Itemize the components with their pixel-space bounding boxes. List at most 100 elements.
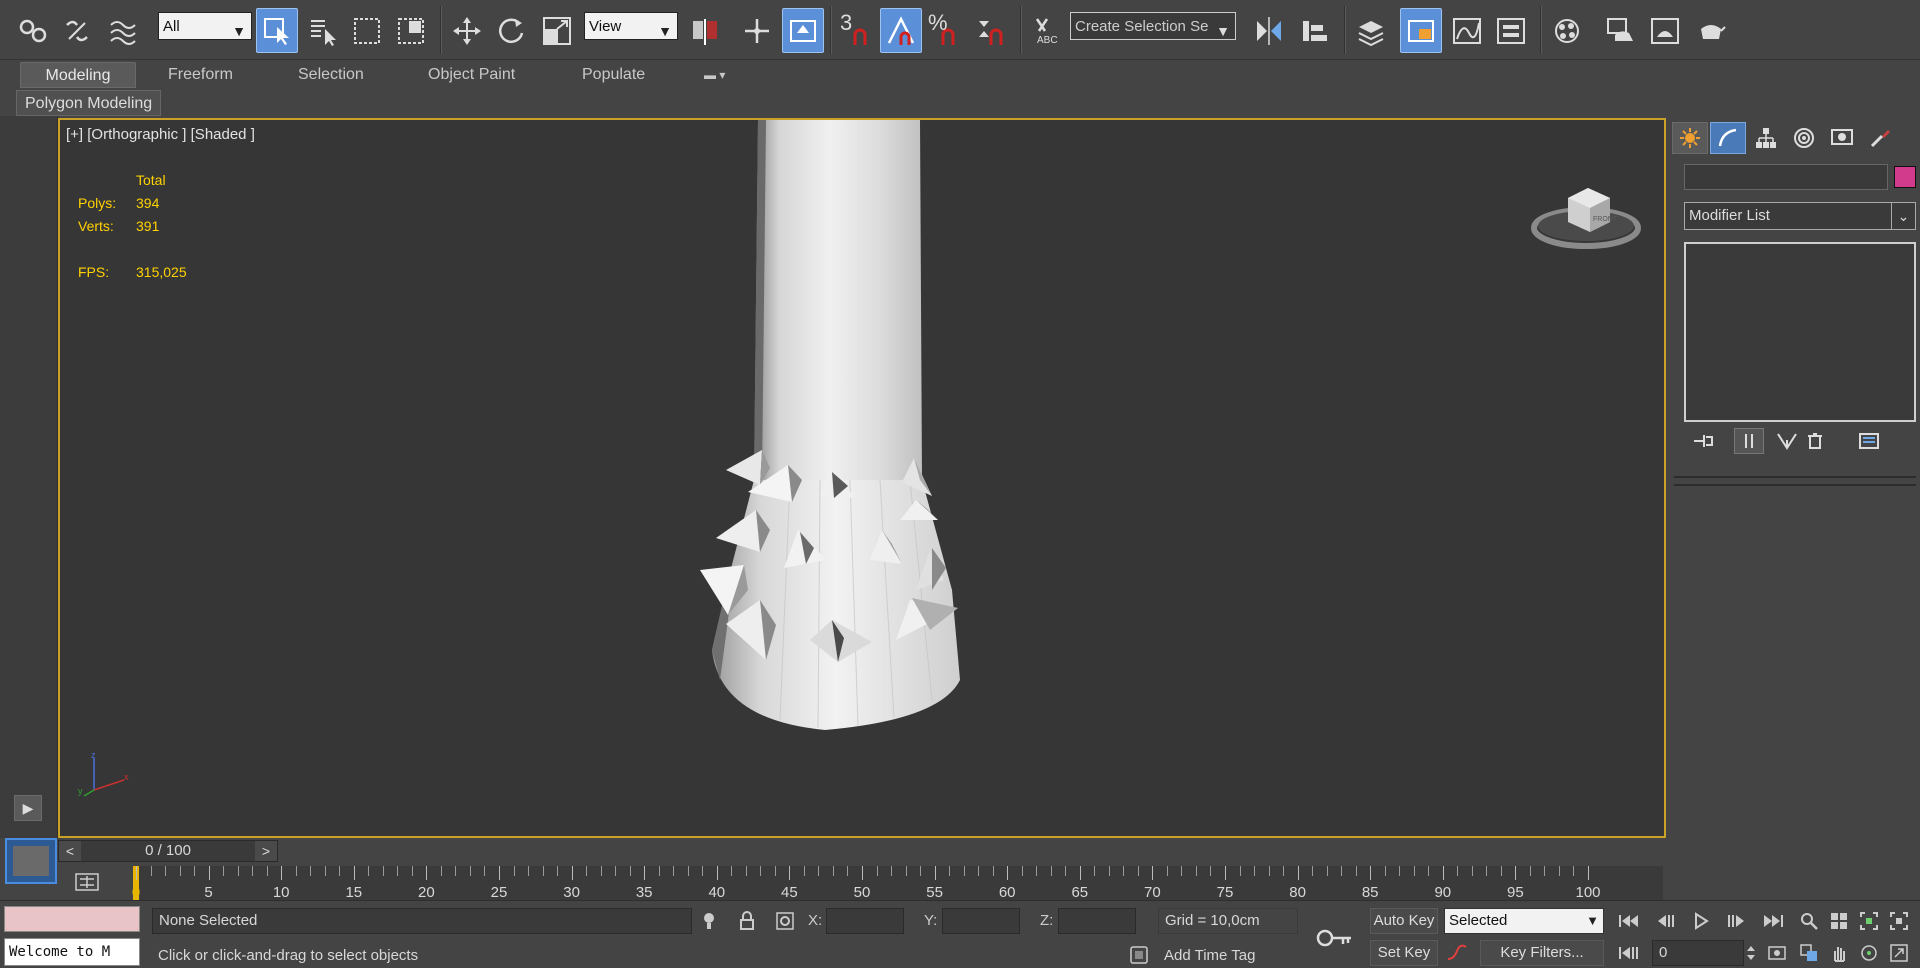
timeline-tick: [1457, 866, 1459, 876]
selection-lock-icon[interactable]: [734, 908, 760, 934]
remove-modifier-icon[interactable]: [1800, 428, 1830, 454]
select-and-rotate-icon[interactable]: [490, 8, 532, 53]
timeline-track[interactable]: 0 5 10 15 20 25 30 35 40 45 50 55 60 65 70 75 80 85 90 95 1…: [132, 866, 1663, 901]
set-keys-key-icon[interactable]: [1310, 920, 1360, 956]
go-to-end-icon[interactable]: [1760, 908, 1786, 934]
manage-layers-icon[interactable]: [1350, 8, 1392, 53]
z-coordinate-field[interactable]: [1058, 908, 1136, 934]
reference-coordinate-dropdown[interactable]: View ▼: [584, 12, 678, 40]
go-to-start-icon[interactable]: [1616, 908, 1642, 934]
next-frame-button[interactable]: >: [255, 841, 277, 861]
expand-layout-button[interactable]: ▶: [14, 795, 42, 821]
utilities-tab-icon[interactable]: [1862, 122, 1898, 154]
previous-frame-icon[interactable]: [1652, 908, 1678, 934]
spiked-column-model[interactable]: [620, 120, 1040, 760]
tab-freeform[interactable]: Freeform: [154, 62, 247, 88]
select-object-button[interactable]: [256, 8, 298, 53]
hierarchy-tab-icon[interactable]: [1748, 122, 1784, 154]
snaps-toggle-icon[interactable]: 3: [836, 8, 878, 53]
field-of-view-icon[interactable]: [1796, 940, 1822, 966]
named-selection-sets-dropdown[interactable]: Create Selection Se ▼: [1070, 12, 1236, 40]
zoom-extents-icon[interactable]: [1856, 908, 1882, 934]
current-frame-field[interactable]: 0: [1652, 940, 1744, 966]
make-unique-icon[interactable]: [1772, 428, 1802, 454]
object-name-field[interactable]: [1684, 164, 1888, 190]
tab-modeling[interactable]: Modeling: [20, 62, 136, 88]
tab-populate[interactable]: Populate: [568, 62, 659, 88]
show-end-result-icon[interactable]: [1734, 428, 1764, 454]
render-production-icon[interactable]: [1690, 8, 1732, 53]
viewport-label[interactable]: [+] [Orthographic ] [Shaded ]: [66, 126, 255, 143]
select-and-link-icon[interactable]: [12, 8, 54, 53]
pan-view-icon[interactable]: [1826, 940, 1852, 966]
mirror-icon[interactable]: [1248, 8, 1290, 53]
previous-frame-button[interactable]: <: [59, 841, 81, 861]
key-mode-dropdown[interactable]: Selected ▼: [1444, 908, 1604, 934]
maxscript-output[interactable]: Welcome to M: [4, 938, 140, 966]
key-mode-toggle-icon[interactable]: [1616, 940, 1642, 966]
curve-editor-icon[interactable]: [1446, 8, 1488, 53]
modifier-list-dropdown[interactable]: Modifier List ⌄: [1684, 202, 1916, 230]
add-time-tag-button[interactable]: Add Time Tag: [1158, 944, 1298, 968]
y-coordinate-field[interactable]: [942, 908, 1020, 934]
perspective-viewport[interactable]: [+] [Orthographic ] [Shaded ] Total Poly…: [58, 118, 1666, 838]
selection-filter-dropdown[interactable]: All ▼: [158, 12, 252, 40]
play-icon[interactable]: [1688, 908, 1714, 934]
time-tag-icon[interactable]: [1126, 942, 1152, 968]
create-tab-icon[interactable]: [1672, 122, 1708, 154]
toggle-scene-explorer-button[interactable]: [1400, 8, 1442, 53]
zoom-all-icon[interactable]: [1826, 908, 1852, 934]
default-in-out-tangents-icon[interactable]: [1444, 940, 1470, 966]
spinner-snap-toggle-icon[interactable]: [970, 8, 1012, 53]
time-slider[interactable]: < 0 / 100 >: [58, 840, 278, 862]
tab-object-paint[interactable]: Object Paint: [414, 62, 529, 88]
material-editor-icon[interactable]: [1546, 8, 1588, 53]
motion-tab-icon[interactable]: [1786, 122, 1822, 154]
zoom-icon[interactable]: [1796, 908, 1822, 934]
isolate-selection-icon[interactable]: [696, 908, 722, 934]
auto-key-button[interactable]: Auto Key: [1370, 908, 1438, 934]
unlink-selection-icon[interactable]: [56, 8, 98, 53]
polygon-modeling-panel[interactable]: Polygon Modeling: [16, 90, 162, 116]
select-and-move-icon[interactable]: [446, 8, 488, 53]
time-configuration-icon[interactable]: [1764, 940, 1790, 966]
object-color-swatch[interactable]: [1894, 166, 1916, 188]
bind-to-space-warp-icon[interactable]: [102, 8, 144, 53]
align-icon[interactable]: [1294, 8, 1336, 53]
select-and-scale-icon[interactable]: [536, 8, 578, 53]
tab-selection[interactable]: Selection: [284, 62, 378, 88]
time-slider-position[interactable]: 0 / 100: [81, 841, 255, 861]
window-crossing-icon[interactable]: [390, 8, 432, 53]
maximize-viewport-icon[interactable]: [1886, 940, 1912, 966]
absolute-mode-transform-icon[interactable]: [772, 908, 798, 934]
orbit-icon[interactable]: [1856, 940, 1882, 966]
use-pivot-center-icon[interactable]: [684, 8, 726, 53]
viewport-thumbnail[interactable]: [5, 838, 57, 884]
render-setup-icon[interactable]: [1600, 8, 1642, 53]
set-key-button[interactable]: Set Key: [1370, 940, 1438, 966]
rectangular-selection-region-icon[interactable]: [346, 8, 388, 53]
open-mini-curve-editor-icon[interactable]: [70, 870, 104, 894]
frame-spinner-icon[interactable]: [1744, 940, 1758, 966]
edit-named-selection-sets-icon[interactable]: ABC: [1026, 8, 1068, 53]
zoom-extents-all-icon[interactable]: [1886, 908, 1912, 934]
select-and-manipulate-icon[interactable]: [736, 8, 778, 53]
keyboard-shortcut-override-button[interactable]: [782, 8, 824, 53]
percent-snap-toggle-icon[interactable]: %: [924, 8, 966, 53]
timeline-tick-label: 100: [1575, 884, 1601, 901]
modifier-stack[interactable]: [1684, 242, 1916, 422]
viewcube-icon[interactable]: FRONT: [1528, 168, 1648, 258]
x-coordinate-field[interactable]: [826, 908, 904, 934]
angle-snap-toggle-button[interactable]: [880, 8, 922, 53]
ribbon-options-icon[interactable]: ▬ ▾: [690, 62, 739, 88]
maxscript-listener-input[interactable]: [4, 906, 140, 932]
key-filters-button[interactable]: Key Filters...: [1480, 940, 1604, 966]
next-frame-icon[interactable]: [1724, 908, 1750, 934]
modify-tab-icon[interactable]: [1710, 122, 1746, 154]
configure-modifier-sets-icon[interactable]: [1854, 428, 1884, 454]
rendered-frame-window-icon[interactable]: [1644, 8, 1686, 53]
schematic-view-icon[interactable]: [1490, 8, 1532, 53]
select-by-name-icon[interactable]: [302, 8, 344, 53]
pin-stack-icon[interactable]: [1688, 428, 1718, 454]
display-tab-icon[interactable]: [1824, 122, 1860, 154]
